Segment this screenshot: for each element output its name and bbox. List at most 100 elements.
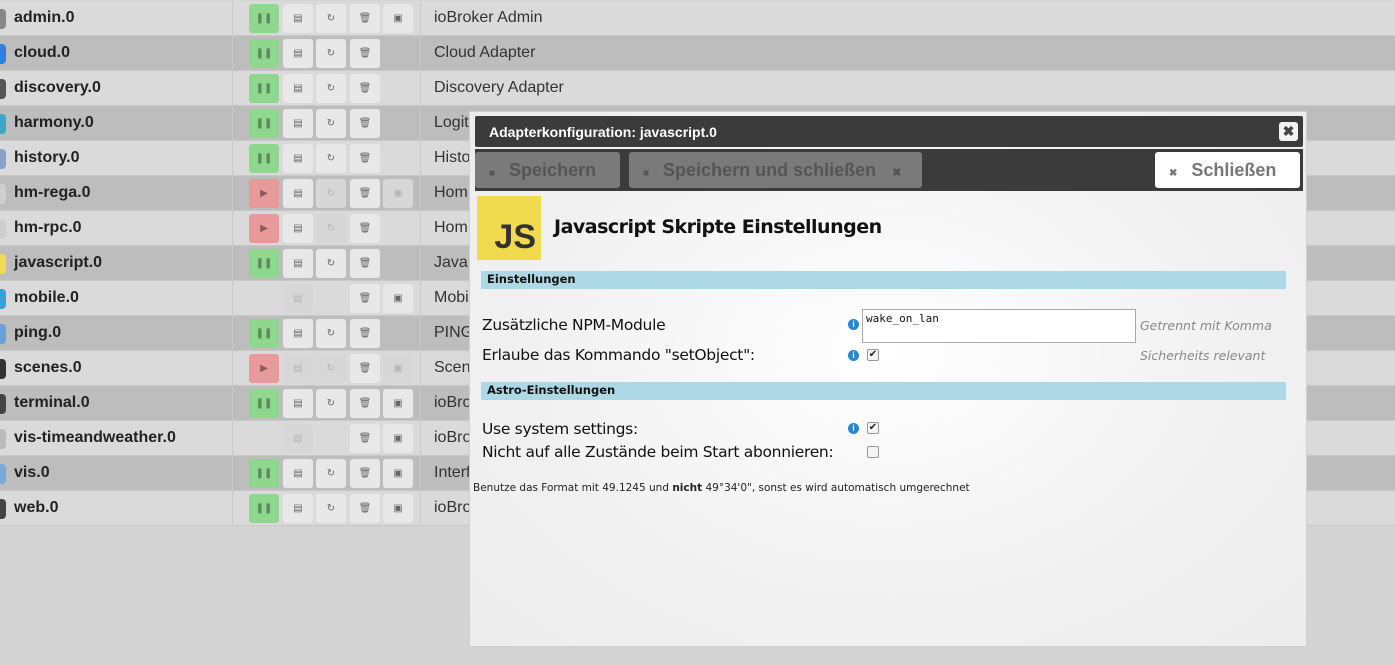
delete-icon: 🗑 [358,363,372,374]
log-button[interactable]: ▤ [283,319,313,348]
restart-button[interactable]: ↻ [316,249,346,278]
restart-button[interactable]: ↻ [316,319,346,348]
log-icon: ▤ [293,83,303,94]
info-icon[interactable]: i [848,319,859,330]
delete-button[interactable]: 🗑 [350,389,380,418]
log-button[interactable]: ▤ [283,39,313,68]
web-button[interactable]: ▣ [383,284,413,313]
restart-button: ↻ [316,214,346,243]
system-settings-checkbox[interactable]: ✔ [867,422,879,434]
save-and-close-button[interactable]: ■ Speichern und schließen ✖ [629,152,922,188]
pause-button[interactable]: ❚❚ [249,389,279,418]
pause-button[interactable]: ❚❚ [249,494,279,523]
adapter-name[interactable]: history.0 [14,149,80,167]
log-button[interactable]: ▤ [283,459,313,488]
table-row: admin.0 ❚❚ ▤ ↻ 🗑 ▣ ioBroker Admin [0,1,1395,36]
adapter-name[interactable]: mobile.0 [14,289,79,307]
pause-button[interactable]: ❚❚ [249,144,279,173]
adapter-name[interactable]: hm-rpc.0 [14,219,82,237]
delete-button[interactable]: 🗑 [350,74,380,103]
restart-button[interactable]: ↻ [316,39,346,68]
pause-icon: ❚❚ [255,468,273,479]
delete-button[interactable]: 🗑 [350,494,380,523]
log-button[interactable]: ▤ [283,389,313,418]
adapter-name[interactable]: admin.0 [14,9,74,27]
pause-button[interactable]: ❚❚ [249,39,279,68]
log-button: ▤ [283,354,313,383]
delete-icon: 🗑 [358,328,372,339]
pause-button[interactable]: ❚❚ [249,74,279,103]
log-button[interactable]: ▤ [283,494,313,523]
delete-button[interactable]: 🗑 [350,214,380,243]
play-button[interactable]: ▶ [249,214,279,243]
play-icon: ▶ [260,188,268,199]
delete-button[interactable]: 🗑 [350,424,380,453]
pause-button[interactable]: ❚❚ [249,109,279,138]
web-button[interactable]: ▣ [383,389,413,418]
adapter-name[interactable]: scenes.0 [14,359,82,377]
subscribe-checkbox[interactable] [867,446,879,458]
pause-button[interactable]: ❚❚ [249,459,279,488]
close-icon[interactable]: ✖ [1279,122,1298,141]
log-button[interactable]: ▤ [283,249,313,278]
pause-button[interactable]: ❚❚ [249,249,279,278]
info-icon[interactable]: i [848,350,859,361]
restart-button[interactable]: ↻ [316,4,346,33]
web-button[interactable]: ▣ [383,4,413,33]
adapter-name[interactable]: web.0 [14,499,58,517]
save-button[interactable]: ■ Speichern [475,152,620,188]
pause-icon: ❚❚ [255,13,273,24]
delete-button[interactable]: 🗑 [350,109,380,138]
adapter-name[interactable]: vis.0 [14,464,50,482]
delete-button[interactable]: 🗑 [350,319,380,348]
adapter-name[interactable]: discovery.0 [14,79,101,97]
adapter-name[interactable]: vis-timeandweather.0 [14,429,176,447]
play-button[interactable]: ▶ [249,354,279,383]
restart-button[interactable]: ↻ [316,389,346,418]
adapter-icon [0,9,6,29]
log-button[interactable]: ▤ [283,214,313,243]
system-settings-label: Use system settings: [482,420,638,438]
web-button[interactable]: ▣ [383,459,413,488]
pause-button[interactable]: ❚❚ [249,4,279,33]
delete-icon: 🗑 [358,153,372,164]
restart-button[interactable]: ↻ [316,74,346,103]
delete-button[interactable]: 🗑 [350,459,380,488]
npm-hint: Getrennt mit Komma [1140,318,1272,333]
javascript-logo: JS [477,196,541,260]
divider [232,351,233,386]
restart-button[interactable]: ↻ [316,109,346,138]
log-button[interactable]: ▤ [283,144,313,173]
adapter-name[interactable]: hm-rega.0 [14,184,90,202]
web-button[interactable]: ▣ [383,424,413,453]
delete-button[interactable]: 🗑 [350,39,380,68]
delete-button[interactable]: 🗑 [350,179,380,208]
log-button[interactable]: ▤ [283,179,313,208]
restart-button[interactable]: ↻ [316,459,346,488]
web-button[interactable]: ▣ [383,494,413,523]
setobject-checkbox[interactable]: ✔ [867,349,879,361]
adapter-name[interactable]: harmony.0 [14,114,94,132]
restart-button[interactable]: ↻ [316,144,346,173]
close-button[interactable]: ✖ Schließen [1155,152,1300,188]
play-button[interactable]: ▶ [249,179,279,208]
pause-button[interactable]: ❚❚ [249,319,279,348]
delete-button[interactable]: 🗑 [350,354,380,383]
delete-button[interactable]: 🗑 [350,249,380,278]
adapter-name[interactable]: terminal.0 [14,394,90,412]
adapter-name[interactable]: ping.0 [14,324,61,342]
adapter-name[interactable]: javascript.0 [14,254,102,272]
log-button[interactable]: ▤ [283,109,313,138]
delete-button[interactable]: 🗑 [350,284,380,313]
pause-icon: ❚❚ [255,398,273,409]
npm-modules-input[interactable]: wake_on_lan [862,309,1136,343]
info-icon[interactable]: i [848,423,859,434]
log-button[interactable]: ▤ [283,74,313,103]
delete-button[interactable]: 🗑 [350,4,380,33]
dialog-toolbar: ■ Speichern ■ Speichern und schließen ✖ ✖ Sc… [475,149,1303,191]
delete-button[interactable]: 🗑 [350,144,380,173]
web-button: ▣ [383,354,413,383]
log-button[interactable]: ▤ [283,4,313,33]
adapter-name[interactable]: cloud.0 [14,44,70,62]
restart-button[interactable]: ↻ [316,494,346,523]
